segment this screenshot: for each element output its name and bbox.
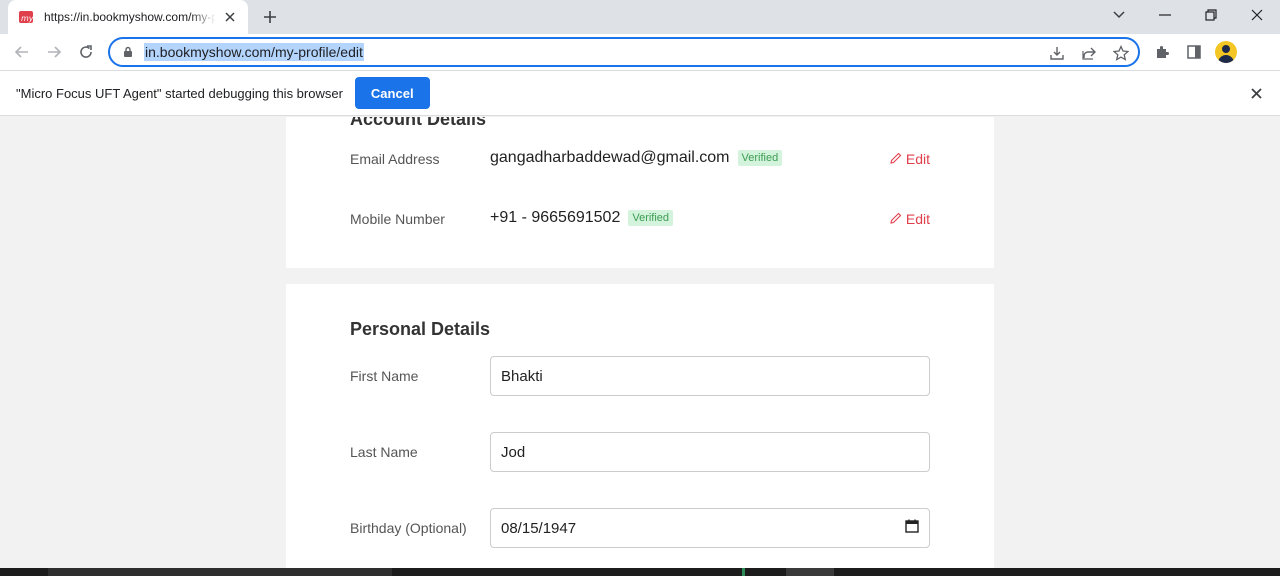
bookmyshow-favicon-icon: my [18, 9, 34, 25]
url-text[interactable]: in.bookmyshow.com/my-profile/edit [144, 43, 364, 61]
last-name-label: Last Name [350, 444, 418, 460]
edit-email-label: Edit [905, 151, 930, 167]
mobile-value: +91 - 9665691502 [490, 209, 621, 226]
first-name-label: First Name [350, 368, 419, 384]
taskbar-search-area[interactable] [48, 568, 392, 576]
account-details-card: Account Details Email Address gangadharb… [286, 117, 994, 268]
minimize-icon[interactable] [1152, 4, 1178, 26]
mobile-verified-badge: Verified [628, 210, 674, 226]
tab-strip: my https://in.bookmyshow.com/my-profile/… [0, 0, 1280, 34]
infobar-message: "Micro Focus UFT Agent" started debuggin… [16, 85, 343, 101]
account-details-title: Account Details [350, 117, 487, 129]
birthday-input[interactable]: 08/15/1947 [490, 508, 930, 548]
close-window-icon[interactable] [1244, 4, 1270, 26]
first-name-input[interactable]: Bhakti [490, 356, 930, 396]
close-tab-icon[interactable] [222, 9, 238, 25]
cancel-button[interactable]: Cancel [354, 77, 430, 109]
share-icon[interactable] [1078, 43, 1100, 63]
bookmark-star-icon[interactable] [1110, 43, 1132, 63]
email-value-row: gangadharbaddewad@gmail.com Verified [490, 149, 783, 167]
browser-tab[interactable]: my https://in.bookmyshow.com/my-profile/… [8, 0, 248, 34]
tab-search-chevron-icon[interactable] [1106, 4, 1132, 26]
edit-mobile-link[interactable]: Edit [890, 211, 930, 227]
svg-text:my: my [21, 14, 34, 23]
personal-details-title: Personal Details [350, 319, 491, 339]
calendar-icon[interactable] [905, 519, 919, 537]
os-taskbar [0, 568, 1280, 576]
extensions-puzzle-icon[interactable] [1150, 40, 1174, 64]
last-name-value: Jod [501, 443, 526, 461]
taskbar-active-app[interactable] [786, 568, 834, 576]
new-tab-icon[interactable] [258, 6, 282, 28]
debugging-infobar: "Micro Focus UFT Agent" started debuggin… [0, 70, 1280, 116]
birthday-value: 08/15/1947 [501, 519, 577, 537]
email-value: gangadharbaddewad@gmail.com [490, 149, 730, 166]
browser-toolbar: in.bookmyshow.com/my-profile/edit [0, 34, 1280, 70]
email-label: Email Address [350, 151, 440, 167]
close-infobar-icon[interactable] [1248, 85, 1264, 101]
mobile-label: Mobile Number [350, 211, 445, 227]
email-verified-badge: Verified [737, 150, 783, 166]
last-name-input[interactable]: Jod [490, 432, 930, 472]
address-bar[interactable]: in.bookmyshow.com/my-profile/edit [108, 37, 1140, 67]
install-app-icon[interactable] [1046, 43, 1068, 63]
restore-icon[interactable] [1198, 4, 1224, 26]
pencil-icon [890, 151, 902, 167]
back-icon[interactable] [10, 40, 34, 64]
forward-icon[interactable] [42, 40, 66, 64]
tab-title: https://in.bookmyshow.com/my-profile/edi… [44, 10, 216, 24]
edit-mobile-label: Edit [905, 211, 930, 227]
taskbar-app-indicator [742, 568, 745, 576]
birthday-label: Birthday (Optional) [350, 520, 467, 536]
mobile-value-row: +91 - 9665691502 Verified [490, 209, 674, 227]
page-content: Account Details Email Address gangadharb… [0, 117, 1280, 568]
lock-icon[interactable] [120, 44, 136, 60]
side-panel-icon[interactable] [1182, 40, 1206, 64]
first-name-value: Bhakti [501, 367, 543, 385]
profile-avatar[interactable] [1214, 40, 1238, 64]
personal-details-card: Personal Details First Name Bhakti Last … [286, 284, 994, 568]
reload-icon[interactable] [74, 40, 98, 64]
pencil-icon [890, 211, 902, 227]
edit-email-link[interactable]: Edit [890, 151, 930, 167]
